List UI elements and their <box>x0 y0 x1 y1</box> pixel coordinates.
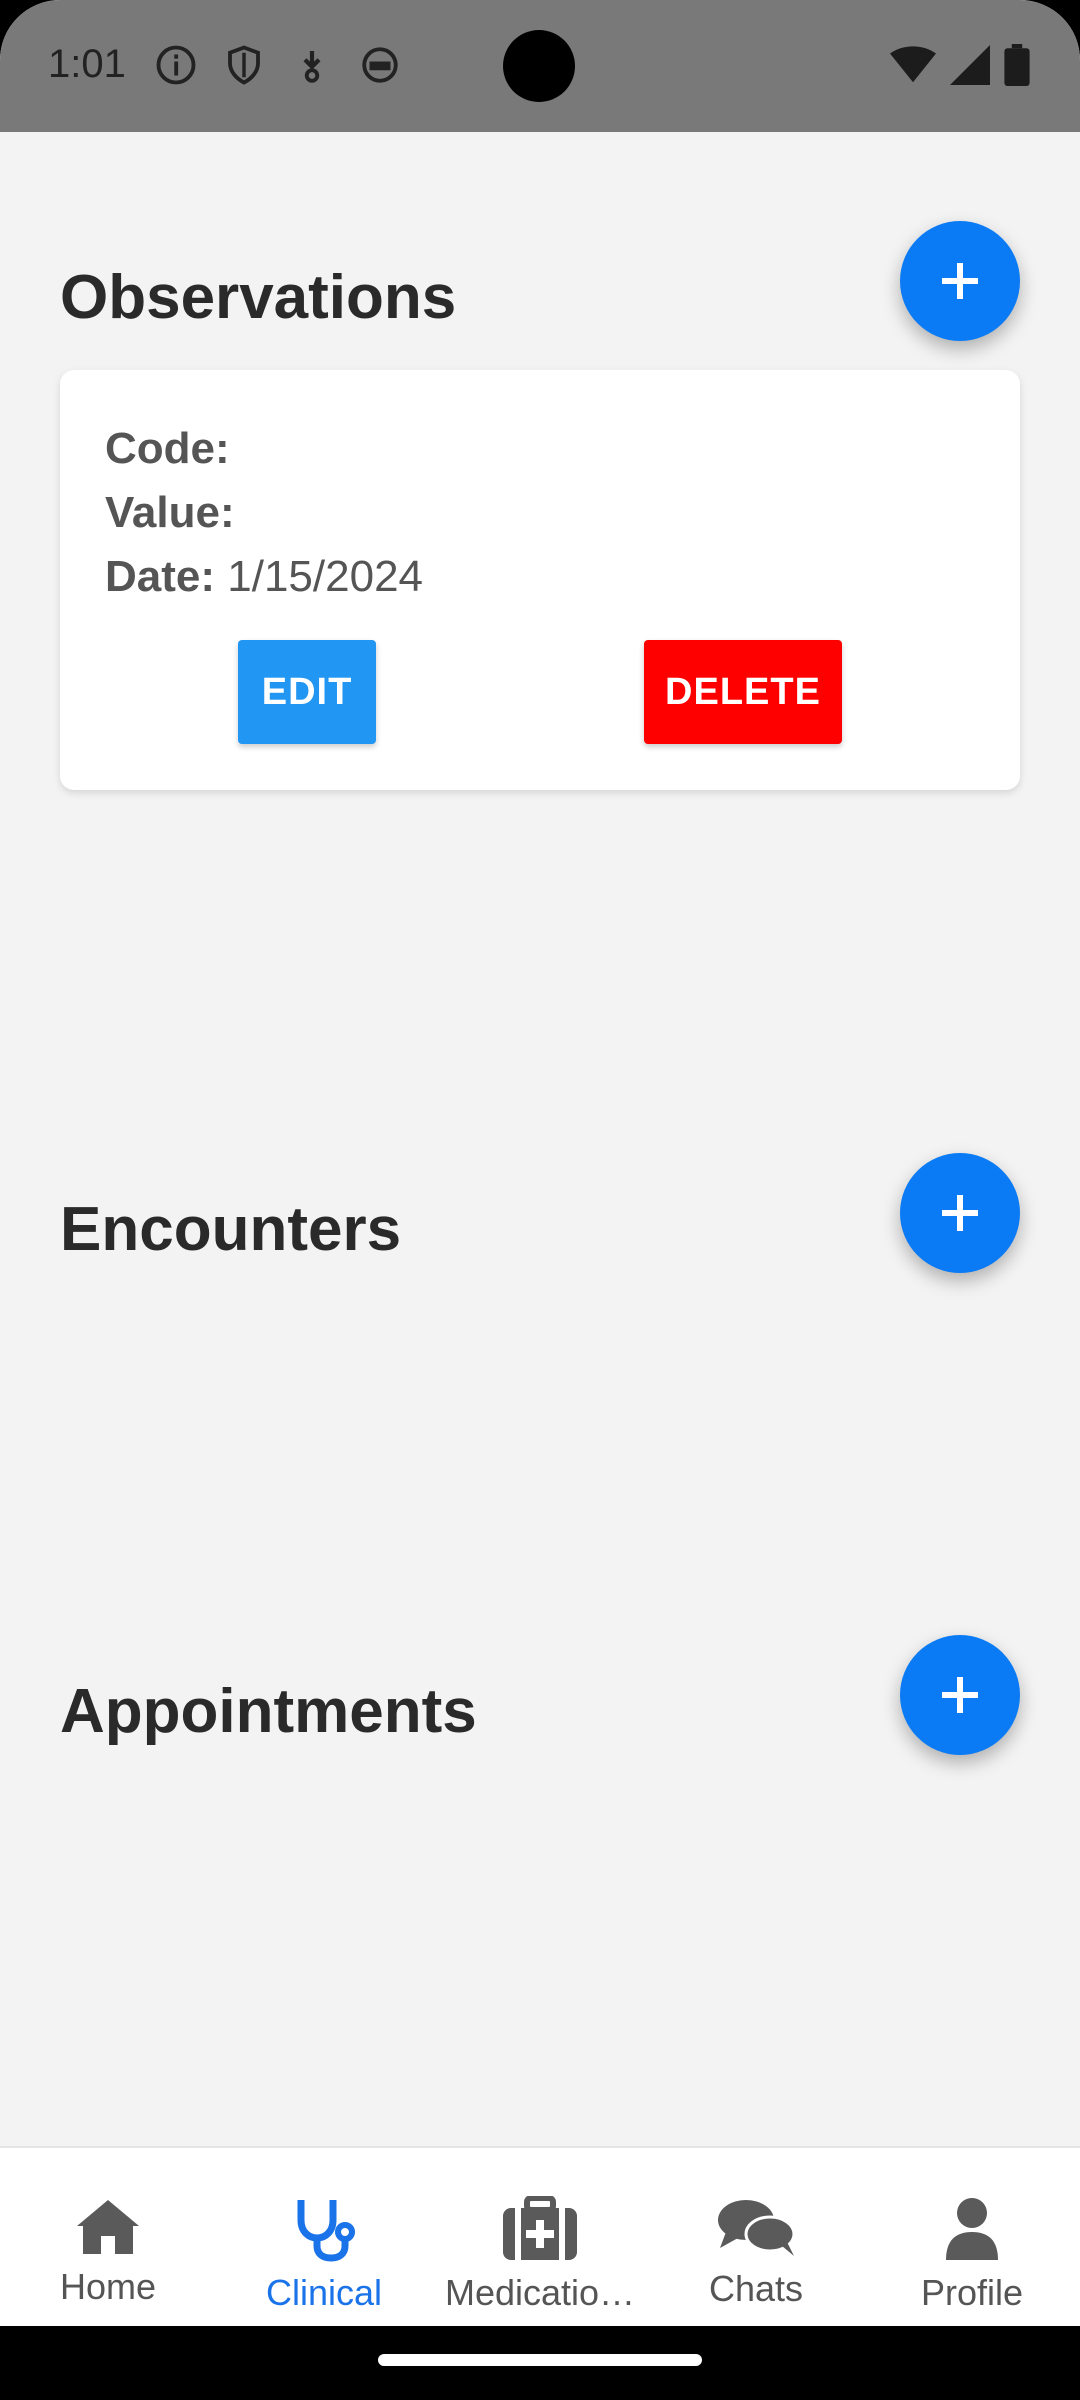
edit-button[interactable]: EDIT <box>238 640 376 744</box>
medkit-icon <box>503 2196 577 2260</box>
status-bar: 1:01 <box>0 0 1080 132</box>
code-field: Code: <box>105 424 230 474</box>
signal-icon <box>950 45 990 85</box>
plus-icon <box>942 263 978 299</box>
home-icon <box>77 2200 139 2254</box>
wifi-icon <box>890 46 936 83</box>
observations-title: Observations <box>60 263 457 332</box>
tab-home[interactable]: Home <box>0 2148 216 2326</box>
tab-chats-label: Chats <box>708 2268 804 2309</box>
delete-button[interactable]: DELETE <box>644 640 842 744</box>
camera-cutout <box>503 30 575 102</box>
tab-profile[interactable]: Profile <box>864 2148 1080 2326</box>
plus-icon <box>942 1195 978 1231</box>
person-icon <box>946 2198 998 2260</box>
date-field: Date: 1/15/2024 <box>105 552 423 602</box>
tab-home-label: Home <box>59 2266 157 2307</box>
encounters-title: Encounters <box>60 1195 402 1264</box>
add-encounter-button[interactable] <box>900 1153 1020 1273</box>
download-icon <box>291 44 333 86</box>
date-value: 1/15/2024 <box>227 552 424 601</box>
stethoscope-icon <box>297 2200 355 2262</box>
date-label: Date: <box>105 552 216 601</box>
add-observation-button[interactable] <box>900 221 1020 341</box>
bottom-tab-bar: Home Clinical Medicatio… Chats Profile <box>0 2146 1080 2326</box>
status-time: 1:01 <box>48 42 126 86</box>
value-field: Value: <box>105 488 235 538</box>
tab-chats[interactable]: Chats <box>648 2148 864 2326</box>
add-appointment-button[interactable] <box>900 1635 1020 1755</box>
tab-profile-label: Profile <box>920 2272 1024 2313</box>
tab-clinical[interactable]: Clinical <box>216 2148 432 2326</box>
chats-icon <box>718 2200 796 2256</box>
value-label: Value: <box>105 488 235 537</box>
tab-clinical-label: Clinical <box>265 2272 383 2313</box>
observation-card: Code: Value: Date: 1/15/2024 EDIT DELETE <box>60 370 1020 790</box>
code-label: Code: <box>105 424 230 473</box>
plus-icon <box>942 1677 978 1713</box>
app-screen: 1:01 Observations Code: Value: Date: 1/1… <box>0 0 1080 2326</box>
gesture-navigation-bar[interactable] <box>378 2354 702 2366</box>
tab-medications[interactable]: Medicatio… <box>432 2148 648 2326</box>
android-icon <box>359 44 401 86</box>
info-icon <box>155 44 197 86</box>
shield-icon <box>223 44 265 86</box>
appointments-title: Appointments <box>60 1677 477 1746</box>
battery-icon <box>1004 44 1030 86</box>
tab-medications-label: Medicatio… <box>444 2272 636 2313</box>
